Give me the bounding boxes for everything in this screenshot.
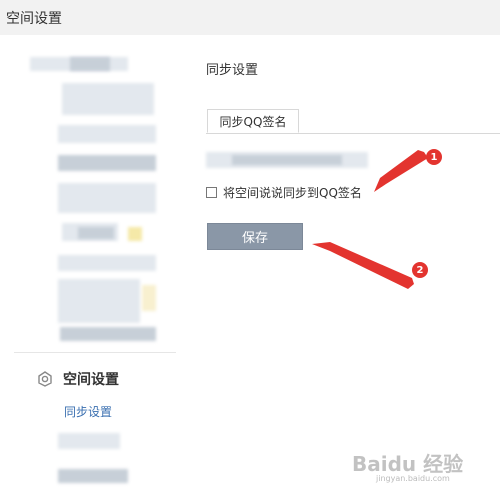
watermark-url: jingyan.baidu.com: [376, 474, 450, 483]
arrow-1: [374, 150, 428, 192]
annotation-arrows: [312, 150, 428, 289]
annotation-marker-1: 1: [426, 149, 442, 165]
watermark-logo: Baidu 经验: [352, 452, 464, 476]
annotation-marker-2: 2: [412, 262, 428, 278]
arrow-2: [312, 242, 414, 289]
